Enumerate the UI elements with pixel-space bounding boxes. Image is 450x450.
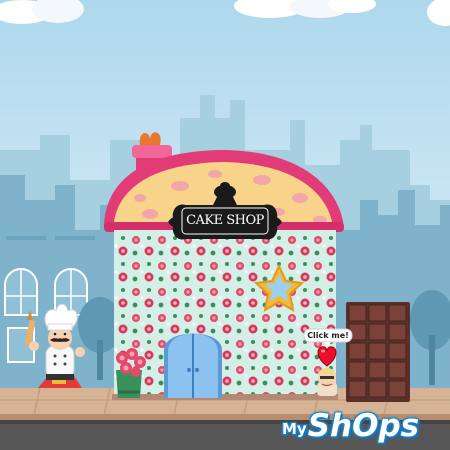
shop-facade[interactable] — [114, 230, 336, 398]
game-scene: CAKE SHOP Click me! My ShOps — [0, 0, 450, 450]
scene-artwork — [0, 0, 450, 450]
helper-character-icon[interactable] — [317, 368, 337, 396]
click-me-label: Click me! — [307, 330, 349, 340]
chocolate-bar-icon[interactable] — [346, 302, 410, 402]
door-icon[interactable] — [164, 333, 222, 399]
logo-prefix: My — [282, 420, 307, 438]
myshops-logo: My ShOps — [282, 396, 446, 446]
logo-main: ShOps — [307, 408, 420, 444]
